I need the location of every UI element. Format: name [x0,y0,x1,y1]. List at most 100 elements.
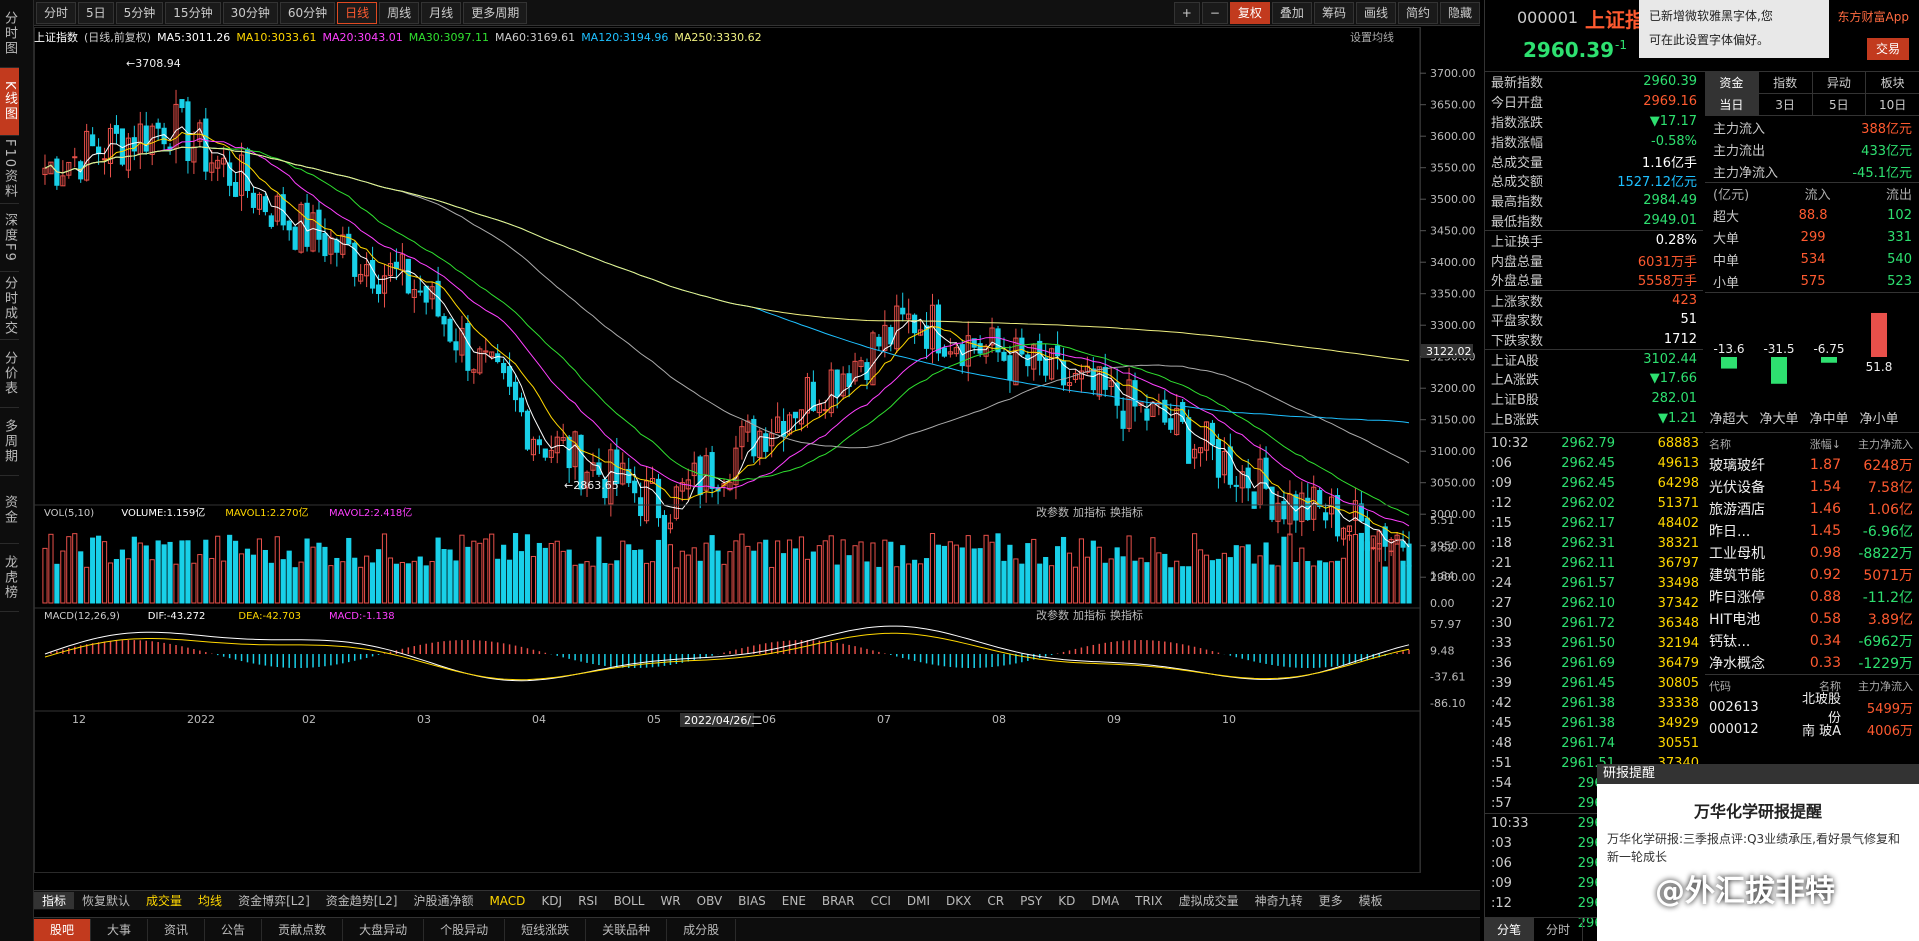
tick-price: 2961.72 [1561,615,1615,631]
indicator-tab-16[interactable]: CCI [863,894,899,908]
bottom-tab-5[interactable]: 大盘异动 [343,918,425,941]
volume-bar [995,533,1001,604]
kline-chart[interactable]: 3700.00 3650.00 3600.00 3550.00 3500.00 3450.… [34,0,1480,900]
trade-button[interactable]: 交易 [1867,38,1909,60]
vtab-4[interactable]: 分时成交 [0,272,19,340]
vtab-2[interactable]: F10资料 [0,136,19,204]
volume-bar [256,538,262,604]
sector-row[interactable]: 光伏设备 1.54 7.58亿 [1705,476,1919,498]
indicator-tab-14[interactable]: ENE [774,894,814,908]
app-link[interactable]: 东方财富App [1838,8,1909,25]
sector-row[interactable]: 昨日涨停 0.88 -11.2亿 [1705,586,1919,608]
volume-bar [1233,545,1239,604]
mf-subtab-1[interactable]: 3日 [1759,94,1813,115]
volume-bar [810,551,816,604]
mf-subtab-0[interactable]: 当日 [1705,94,1759,115]
vol-header-0: VOL(5,10) [44,508,94,519]
indicator-tab-17[interactable]: DMI [899,894,938,908]
volume-bar [227,534,233,604]
indicator-tab-13[interactable]: BIAS [730,894,774,908]
volume-bar [834,564,840,604]
sector-row[interactable]: 钙钛... 0.34 -6962万 [1705,630,1919,652]
rp-bottom-tab-0[interactable]: 分笔 [1485,918,1535,941]
indicator-tab-11[interactable]: WR [652,894,688,908]
ma-settings-link[interactable]: 设置均线 [1350,29,1394,45]
indicator-tab-2[interactable]: 成交量 [138,892,190,909]
indicator-tab-20[interactable]: PSY [1012,894,1050,908]
mf-tab-0[interactable]: 资金 [1705,72,1759,93]
indicator-tab-9[interactable]: RSI [570,894,606,908]
stock-row[interactable]: 002613 北玻股份 5499万 [1705,692,1919,726]
indicator-tab-5[interactable]: 资金趋势[L2] [318,892,406,909]
volume-bar [965,535,971,604]
sector-row[interactable]: 净水概念 0.33 -1229万 [1705,652,1919,674]
date-tag: 2022/04/26/二 [684,714,762,727]
indicator-tab-8[interactable]: KDJ [533,894,570,908]
indicator-tab-6[interactable]: 沪股通净额 [405,892,481,909]
bottom-tab-6[interactable]: 个股异动 [424,918,506,941]
vtab-0[interactable]: 分时图 [0,0,19,68]
candle-body [286,220,292,231]
indicator-tab-22[interactable]: DMA [1083,894,1127,908]
vtab-1[interactable]: K线图 [0,68,19,136]
mf-tab-1[interactable]: 指数 [1759,72,1813,93]
indicator-tab-10[interactable]: BOLL [606,894,653,908]
volume-bar [471,540,477,604]
indicator-tab-1[interactable]: 恢复默认 [74,892,138,909]
stock-code: 002613 [1709,699,1759,715]
tick-row: :18 2962.31 38321 [1485,533,1703,553]
indicator-tab-18[interactable]: DKX [938,894,979,908]
volume-bar [1203,554,1210,604]
vtab-7[interactable]: 资金 [0,476,19,544]
indicator-tab-27[interactable]: 模板 [1351,892,1391,909]
sector-row[interactable]: 工业母机 0.98 -8822万 [1705,542,1919,564]
bottom-tab-3[interactable]: 公告 [205,918,263,941]
indicator-tab-7[interactable]: MACD [481,894,533,908]
vtab-3[interactable]: 深度F9 [0,204,19,272]
candle-body [512,381,519,401]
stock-row[interactable]: 000012 南 玻A 4006万 [1705,718,1919,740]
bottom-tab-2[interactable]: 资讯 [148,918,206,941]
bottom-tab-9[interactable]: 成分股 [667,918,737,941]
indicator-tab-21[interactable]: KD [1050,894,1083,908]
mf-subtab-2[interactable]: 5日 [1813,94,1867,115]
bottom-tab-0[interactable]: 股吧 [34,918,92,941]
x-tick-label: 04 [532,713,546,726]
indicator-tab-23[interactable]: TRIX [1127,894,1170,908]
sector-row[interactable]: 建筑节能 0.92 5071万 [1705,564,1919,586]
bottom-tab-7[interactable]: 短线涨跌 [505,918,587,941]
vtab-6[interactable]: 多周期 [0,408,19,476]
quote-label: 上A涨跌 [1491,373,1539,389]
bottom-tab-8[interactable]: 关联品种 [586,918,668,941]
tick-volume: 34929 [1657,715,1699,731]
indicator-tab-0[interactable]: 指标 [34,892,75,909]
sector-row[interactable]: 旅游酒店 1.46 1.06亿 [1705,498,1919,520]
tick-time: :42 [1491,695,1512,711]
rp-bottom-tab-1[interactable]: 分时 [1534,918,1584,941]
indicator-tab-24[interactable]: 虚拟成交量 [1171,892,1247,909]
sector-row[interactable]: 玻璃玻纤 1.87 6248万 [1705,454,1919,476]
indicator-tab-26[interactable]: 更多 [1311,892,1351,909]
font-tip-popup[interactable]: 已新增微软雅黑字体,您 可在此设置字体偏好。 [1639,0,1829,58]
vtab-5[interactable]: 分价表 [0,340,19,408]
mf-tab-3[interactable]: 板块 [1866,72,1919,93]
indicator-tab-4[interactable]: 资金博弈[L2] [230,892,318,909]
sector-flow: 6248万 [1863,458,1913,474]
indicator-tab-15[interactable]: BRAR [814,894,863,908]
indicator-tab-25[interactable]: 神奇九转 [1247,892,1311,909]
bottom-tab-1[interactable]: 大事 [91,918,149,941]
candle-body [1055,345,1061,357]
research-notice[interactable]: 研报提醒 万华化学研报提醒 万华化学研报:三季报点评:Q3业绩承压,看好景气修复… [1597,764,1919,941]
volume-bar [268,562,274,604]
indicator-tab-19[interactable]: CR [979,894,1012,908]
vtab-8[interactable]: 龙虎榜 [0,544,19,612]
mf-tab-2[interactable]: 异动 [1813,72,1867,93]
volume-bar [1334,560,1341,604]
indicator-tab-3[interactable]: 均线 [190,892,230,909]
sector-row[interactable]: 昨日... 1.45 -6.96亿 [1705,520,1919,542]
mf-subtab-3[interactable]: 10日 [1866,94,1919,115]
volume-bar [364,555,370,604]
sector-row[interactable]: HIT电池 0.58 3.89亿 [1705,608,1919,630]
bottom-tab-4[interactable]: 贡献点数 [262,918,344,941]
indicator-tab-12[interactable]: OBV [689,894,731,908]
